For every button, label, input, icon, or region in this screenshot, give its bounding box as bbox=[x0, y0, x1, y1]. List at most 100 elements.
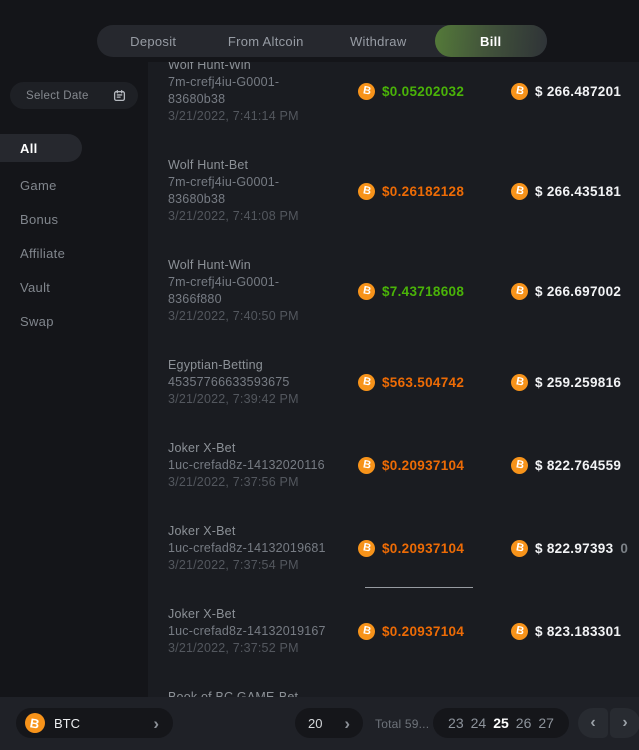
chevron-right-icon: › bbox=[344, 715, 350, 732]
game-title: Egyptian-Betting bbox=[168, 357, 358, 374]
chevron-left-icon: ‹ bbox=[590, 715, 595, 731]
page-size-value: 20 bbox=[308, 716, 322, 731]
btc-icon: B bbox=[358, 457, 375, 474]
transaction-amount: $7.43718608 bbox=[382, 284, 464, 299]
transaction-amount: $0.26182128 bbox=[382, 184, 464, 199]
btc-icon: B bbox=[511, 540, 528, 557]
page-size-selector[interactable]: 20 › bbox=[295, 708, 363, 738]
page-number-25-current[interactable]: 25 bbox=[493, 715, 509, 731]
currency-selector[interactable]: B BTC › bbox=[16, 708, 173, 738]
bill-list-panel: Wolf Hunt-Win 7m-crefj4iu-G0001- 83680b3… bbox=[148, 62, 639, 697]
transaction-id: 7m-crefj4iu-G0001- bbox=[168, 274, 358, 291]
transaction-id: 8366f880 bbox=[168, 291, 358, 308]
transaction-time: 3/21/2022, 7:41:14 PM bbox=[168, 108, 358, 125]
transaction-row: Joker X-Bet 1uc-crefad8z-14132019167 3/2… bbox=[148, 606, 639, 657]
transaction-row: Wolf Hunt-Win 7m-crefj4iu-G0001- 83680b3… bbox=[148, 62, 639, 125]
btc-icon: B bbox=[358, 374, 375, 391]
filter-list: All Game Bonus Affiliate Vault Swap bbox=[0, 134, 148, 338]
btc-icon: B bbox=[25, 713, 45, 733]
transaction-time: 3/21/2022, 7:37:52 PM bbox=[168, 640, 358, 657]
select-date-label: Select Date bbox=[26, 90, 113, 102]
transaction-id: 83680b38 bbox=[168, 191, 358, 208]
calendar-icon bbox=[113, 89, 126, 102]
transaction-id: 7m-crefj4iu-G0001- bbox=[168, 174, 358, 191]
page-number-24[interactable]: 24 bbox=[471, 715, 487, 731]
next-page-button[interactable]: › bbox=[610, 708, 639, 738]
transaction-id: 45357766633593675 bbox=[168, 374, 358, 391]
footer-bar: B BTC › 20 › Total 59... 23 24 25 26 27 … bbox=[0, 697, 639, 750]
transaction-list: Wolf Hunt-Win 7m-crefj4iu-G0001- 83680b3… bbox=[148, 62, 639, 697]
filter-item-all[interactable]: All bbox=[0, 134, 82, 162]
transaction-row: Egyptian-Betting 45357766633593675 3/21/… bbox=[148, 357, 639, 408]
transaction-id: 1uc-crefad8z-14132020116 bbox=[168, 457, 358, 474]
tab-from-altcoin[interactable]: From Altcoin bbox=[210, 25, 323, 57]
game-title: Wolf Hunt-Win bbox=[168, 62, 358, 74]
filter-item-vault[interactable]: Vault bbox=[0, 270, 148, 304]
chevron-right-icon: › bbox=[153, 715, 159, 732]
game-title: Joker X-Bet bbox=[168, 606, 358, 623]
game-title: Joker X-Bet bbox=[168, 523, 358, 540]
balance-after: $ 266.697002 bbox=[535, 284, 621, 299]
balance-after: $ 822.97393 bbox=[535, 541, 613, 556]
game-title: Book of BC GAME-Bet bbox=[168, 689, 358, 697]
btc-icon: B bbox=[511, 183, 528, 200]
transaction-amount: $0.20937104 bbox=[382, 624, 464, 639]
page-number-27[interactable]: 27 bbox=[538, 715, 554, 731]
btc-icon: B bbox=[358, 540, 375, 557]
transaction-id: 83680b38 bbox=[168, 91, 358, 108]
filter-item-game[interactable]: Game bbox=[0, 168, 148, 202]
tab-bill[interactable]: Bill bbox=[435, 25, 548, 57]
game-title: Joker X-Bet bbox=[168, 440, 358, 457]
game-title: Wolf Hunt-Win bbox=[168, 257, 358, 274]
balance-after: $ 823.183301 bbox=[535, 624, 621, 639]
prev-page-button[interactable]: ‹ bbox=[578, 708, 608, 738]
transaction-amount: $563.504742 bbox=[382, 375, 464, 390]
balance-after: $ 259.259816 bbox=[535, 375, 621, 390]
page-number-26[interactable]: 26 bbox=[516, 715, 532, 731]
currency-label: BTC bbox=[54, 716, 153, 731]
transaction-time: 3/21/2022, 7:37:54 PM bbox=[168, 557, 358, 574]
filter-item-bonus[interactable]: Bonus bbox=[0, 202, 148, 236]
list-divider bbox=[365, 587, 473, 588]
transaction-amount: $0.20937104 bbox=[382, 458, 464, 473]
btc-icon: B bbox=[511, 83, 528, 100]
btc-icon: B bbox=[511, 623, 528, 640]
filter-item-affiliate[interactable]: Affiliate bbox=[0, 236, 148, 270]
balance-after: $ 822.764559 bbox=[535, 458, 621, 473]
btc-icon: B bbox=[511, 283, 528, 300]
transaction-type-tabbar: Deposit From Altcoin Withdraw Bill bbox=[97, 25, 547, 57]
balance-after: $ 266.487201 bbox=[535, 84, 621, 99]
transaction-amount: $0.20937104 bbox=[382, 541, 464, 556]
balance-trailing-zero: 0 bbox=[620, 541, 628, 556]
tab-deposit[interactable]: Deposit bbox=[97, 25, 210, 57]
transaction-id: 1uc-crefad8z-14132019681 bbox=[168, 540, 358, 557]
btc-icon: B bbox=[358, 623, 375, 640]
btc-icon: B bbox=[358, 183, 375, 200]
select-date-button[interactable]: Select Date bbox=[10, 82, 138, 109]
transaction-row: Joker X-Bet 1uc-crefad8z-14132020116 3/2… bbox=[148, 440, 639, 491]
transaction-time: 3/21/2022, 7:40:50 PM bbox=[168, 308, 358, 325]
btc-icon: B bbox=[511, 374, 528, 391]
transaction-row: Wolf Hunt-Win 7m-crefj4iu-G0001- 8366f88… bbox=[148, 257, 639, 325]
chevron-right-icon: › bbox=[622, 715, 627, 731]
btc-icon: B bbox=[511, 457, 528, 474]
transaction-time: 3/21/2022, 7:39:42 PM bbox=[168, 391, 358, 408]
game-title: Wolf Hunt-Bet bbox=[168, 157, 358, 174]
transaction-row: Joker X-Bet 1uc-crefad8z-14132019681 3/2… bbox=[148, 523, 639, 574]
btc-icon: B bbox=[358, 283, 375, 300]
filter-sidebar: Select Date All Game Bonus Affiliate Vau… bbox=[0, 62, 148, 697]
btc-icon: B bbox=[358, 83, 375, 100]
total-count-label: Total 59... bbox=[375, 697, 429, 750]
transaction-time: 3/21/2022, 7:41:08 PM bbox=[168, 208, 358, 225]
transaction-id: 7m-crefj4iu-G0001- bbox=[168, 74, 358, 91]
transaction-amount: $0.05202032 bbox=[382, 84, 464, 99]
page-number-23[interactable]: 23 bbox=[448, 715, 464, 731]
filter-item-swap[interactable]: Swap bbox=[0, 304, 148, 338]
balance-after: $ 266.435181 bbox=[535, 184, 621, 199]
transaction-id: 1uc-crefad8z-14132019167 bbox=[168, 623, 358, 640]
transaction-row: Wolf Hunt-Bet 7m-crefj4iu-G0001- 83680b3… bbox=[148, 157, 639, 225]
transaction-row-partial: Book of BC GAME-Bet bbox=[148, 689, 639, 697]
pagination: 23 24 25 26 27 bbox=[433, 708, 569, 738]
tab-withdraw[interactable]: Withdraw bbox=[322, 25, 435, 57]
transaction-time: 3/21/2022, 7:37:56 PM bbox=[168, 474, 358, 491]
